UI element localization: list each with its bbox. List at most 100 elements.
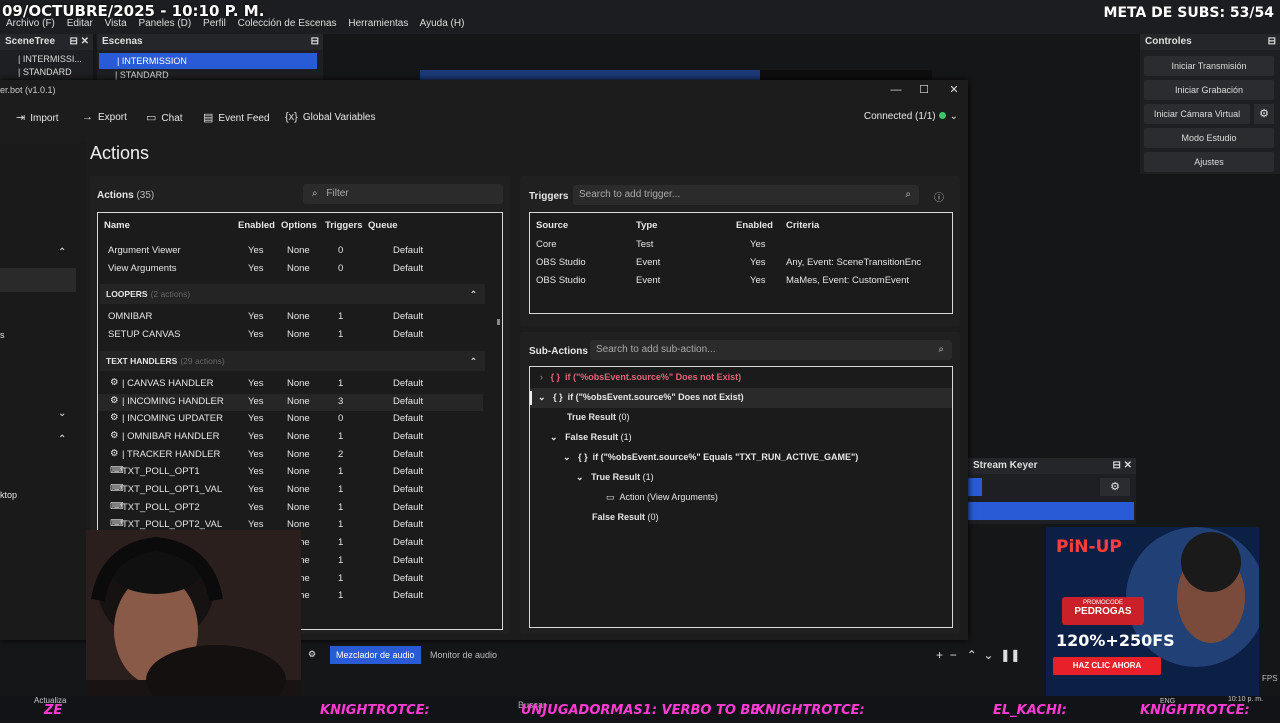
menu-herramientas[interactable]: Herramientas — [348, 18, 408, 29]
gear-icon: ⚙ — [110, 412, 119, 424]
menu-paneles[interactable]: Paneles (D) — [138, 18, 191, 29]
subactions-panel: Sub-Actions Search to add sub-action... … — [520, 332, 960, 634]
chevron-down-icon: ⌄ — [538, 392, 546, 402]
cell-enabled: Yes — [750, 239, 766, 250]
chat-button[interactable]: ▭ Chat — [146, 111, 183, 124]
chevron-up-icon[interactable]: ⌃ — [58, 247, 66, 258]
cell-triggers: 1 — [338, 519, 344, 531]
trigger-search-input[interactable]: Search to add trigger... ⌕ — [573, 185, 919, 205]
keyer-selection[interactable] — [968, 478, 982, 496]
remove-icon[interactable]: − — [950, 648, 957, 662]
table-row[interactable]: ⌨ TXT_POLL_OPT2 Yes None 1 Default — [98, 500, 483, 517]
col-name[interactable]: Name — [104, 220, 130, 231]
cell-triggers: 0 — [338, 262, 344, 274]
chevron-down-icon[interactable]: ⌄ — [58, 408, 66, 419]
table-row[interactable]: Argument Viewer Yes None 0 Default — [98, 243, 483, 260]
ticker-item: ZE — [44, 703, 63, 718]
subaction-run-action[interactable]: ▭ Action (View Arguments) — [606, 492, 718, 503]
col-triggers[interactable]: Triggers — [325, 220, 363, 231]
event-feed-button[interactable]: ▤ Event Feed — [203, 111, 270, 124]
menu-archivo[interactable]: Archivo (F) — [6, 18, 55, 29]
group-text-handlers[interactable]: TEXT HANDLERS (29 actions) ⌃ — [100, 350, 485, 371]
start-recording-button[interactable]: Iniciar Grabación — [1144, 80, 1274, 100]
down-icon[interactable]: ⌄ — [983, 648, 993, 662]
col-type[interactable]: Type — [636, 220, 657, 231]
group-loopers[interactable]: LOOPERS (2 actions) ⌃ — [100, 284, 485, 305]
import-button[interactable]: ⇥ Import — [16, 111, 59, 124]
menu-vista[interactable]: Vista — [105, 18, 127, 29]
scenetree-item-standard[interactable]: | STANDARD — [0, 66, 93, 79]
maximize-icon[interactable]: ☐ — [910, 80, 938, 100]
col-source[interactable]: Source — [536, 220, 568, 231]
menu-perfil[interactable]: Perfil — [203, 18, 226, 29]
col-queue[interactable]: Queue — [368, 220, 398, 231]
settings-button[interactable]: Ajustes — [1144, 152, 1274, 172]
global-variables-button[interactable]: {x} Global Variables — [285, 111, 376, 123]
table-row[interactable]: ⚙ | CANVAS HANDLER Yes None 1 Default — [98, 376, 483, 393]
cell-enabled: Yes — [248, 430, 264, 442]
up-icon[interactable]: ⌃ — [967, 648, 977, 662]
close-icon[interactable]: ✕ — [940, 80, 968, 100]
true-result-node[interactable]: True Result (0) — [567, 412, 630, 422]
export-button[interactable]: → Export — [82, 111, 127, 123]
gear-icon[interactable]: ⚙ — [308, 649, 316, 660]
gear-icon[interactable]: ⚙ — [1100, 478, 1130, 496]
cell-enabled: Yes — [248, 262, 264, 274]
cell-name: | TRACKER HANDLER — [122, 448, 221, 460]
nested-false-result[interactable]: False Result (0) — [592, 512, 659, 522]
tab-audio-mixer[interactable]: Mezclador de audio — [330, 646, 421, 664]
cell-triggers: 1 — [338, 466, 344, 478]
trigger-row[interactable]: Core Test Yes — [530, 237, 950, 254]
cell-name: TXT_POLL_OPT2 — [122, 501, 200, 513]
menu-coleccion[interactable]: Colección de Escenas — [238, 18, 337, 29]
table-row[interactable]: ⚙ | INCOMING HANDLER Yes None 3 Default — [98, 393, 483, 411]
nav-item-selected[interactable] — [0, 268, 76, 292]
chevron-up-icon[interactable]: ⌃ — [58, 434, 66, 445]
scenetree-item-intermission[interactable]: | INTERMISSI... — [0, 53, 93, 66]
connection-status[interactable]: Connected (1/1) ⌄ — [864, 111, 958, 122]
pause-icon[interactable]: ❚❚ — [1000, 648, 1020, 662]
subaction-if[interactable]: ⌄ { } if ("%obsEvent.source%" Does not E… — [538, 392, 744, 403]
table-row[interactable]: ⌨ TXT_POLL_OPT1_VAL Yes None 1 Default — [98, 482, 483, 499]
subaction-if-disabled[interactable]: › { } if ("%obsEvent.source%" Does not E… — [540, 372, 741, 382]
table-row[interactable]: View Arguments Yes None 0 Default — [98, 261, 483, 278]
ad-banner[interactable]: PiN-UP PROMOCODE PEDROGAS 120%+250FS HAZ… — [1046, 527, 1259, 697]
keyer-row[interactable] — [968, 502, 1134, 520]
menu-ayuda[interactable]: Ayuda (H) — [420, 18, 465, 29]
col-enabled[interactable]: Enabled — [238, 220, 275, 231]
subaction-if-nested[interactable]: ⌄ { } if ("%obsEvent.source%" Equals "TX… — [563, 452, 858, 463]
virtual-camera-button[interactable]: Iniciar Cámara Virtual — [1144, 104, 1250, 124]
search-icon: ⌕ — [312, 188, 318, 199]
studio-mode-button[interactable]: Modo Estudio — [1144, 128, 1274, 148]
triggers-panel: Triggers Search to add trigger... ⌕ ⓘ So… — [520, 176, 960, 326]
tab-audio-monitor[interactable]: Monitor de audio — [430, 646, 497, 664]
minimize-icon[interactable]: — — [882, 80, 910, 100]
add-icon[interactable]: + — [936, 648, 943, 662]
false-result-node[interactable]: ⌄ False Result (1) — [550, 432, 632, 443]
scene-item-intermission[interactable]: | INTERMISSION — [99, 53, 317, 69]
table-row[interactable]: SETUP CANVAS Yes None 1 Default — [98, 327, 483, 344]
subaction-search-input[interactable]: Search to add sub-action... ⌕ — [590, 340, 952, 360]
triggers-label: Triggers — [529, 191, 569, 202]
cell-name: | CANVAS HANDLER — [122, 377, 214, 389]
table-row[interactable]: ⚙ | INCOMING UPDATER Yes None 0 Default — [98, 411, 483, 428]
nested-true-result[interactable]: ⌄ True Result (1) — [576, 472, 654, 483]
col-options[interactable]: Options — [281, 220, 317, 231]
menu-editar[interactable]: Editar — [67, 18, 93, 29]
cell-queue: Default — [393, 590, 424, 602]
import-icon: ⇥ — [16, 112, 26, 124]
gear-icon[interactable]: ⚙ — [1254, 104, 1274, 124]
table-row[interactable]: OMNIBAR Yes None 1 Default — [98, 309, 483, 326]
table-row[interactable]: ⌨ TXT_POLL_OPT1 Yes None 1 Default — [98, 464, 483, 481]
trigger-row[interactable]: OBS Studio Event Yes Any, Event: SceneTrans… — [530, 255, 950, 272]
table-row[interactable]: ⚙ | TRACKER HANDLER Yes None 2 Default — [98, 447, 483, 464]
trigger-row[interactable]: OBS Studio Event Yes MaMes, Event: CustomEv… — [530, 273, 950, 290]
table-row[interactable]: ⚙ | OMNIBAR HANDLER Yes None 1 Default — [98, 429, 483, 446]
col-enabled[interactable]: Enabled — [736, 220, 773, 231]
ad-cta-button[interactable]: HAZ CLIC AHORA — [1053, 657, 1161, 675]
start-stream-button[interactable]: Iniciar Transmisión — [1144, 56, 1274, 76]
info-icon[interactable]: ⓘ — [934, 189, 944, 204]
scrollbar-thumb[interactable] — [497, 319, 500, 325]
col-criteria[interactable]: Criteria — [786, 220, 819, 231]
actions-filter-input[interactable]: ⌕ Filter — [303, 184, 503, 204]
